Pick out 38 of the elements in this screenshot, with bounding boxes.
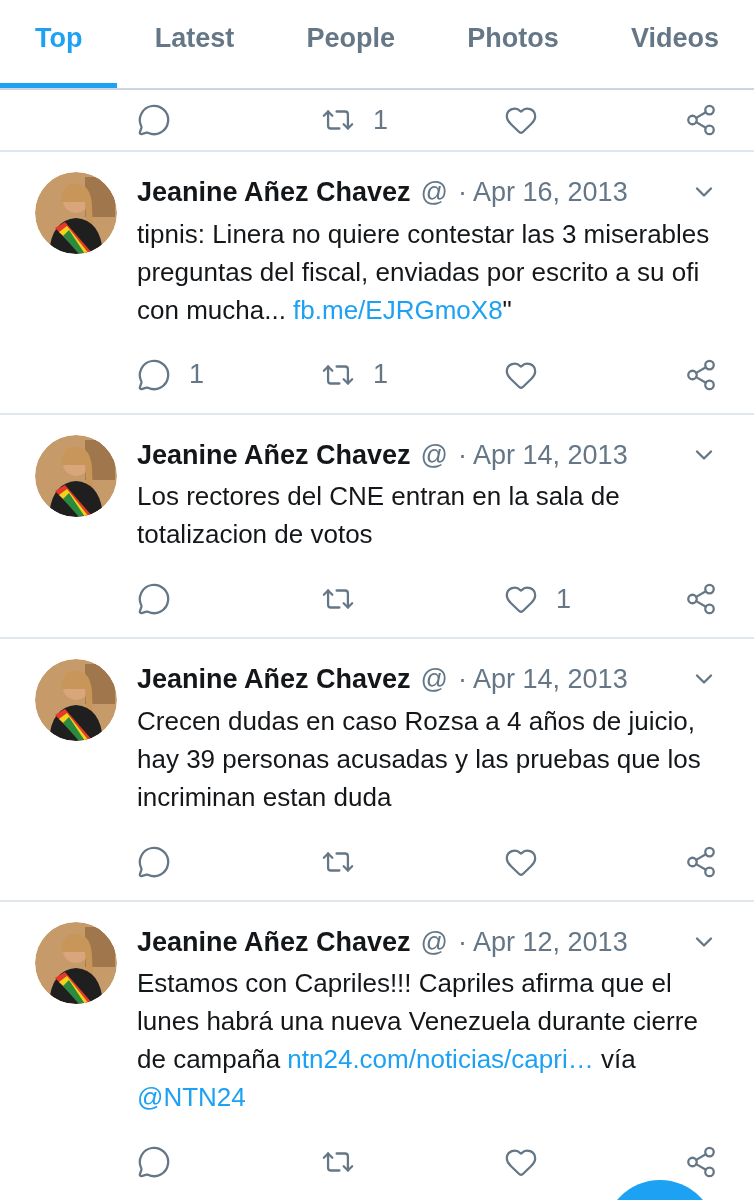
handle: @ — [420, 438, 449, 472]
tweet-text: Los rectores del CNE entran en la sala de totalizacion de votos — [137, 480, 621, 551]
author-name[interactable]: Jeanine Añez Chavez — [137, 434, 411, 475]
share-icon[interactable] — [684, 1145, 718, 1179]
link[interactable]: fb.me/EJRGmoX8 — [293, 294, 503, 325]
tab[interactable]: Videos — [595, 0, 754, 88]
reply-icon[interactable] — [137, 1145, 171, 1179]
tweet-text: tipnis: Linera no quiere contestar las 3 miserables preguntas del fiscal, enviadas por escrito a su ofi con mucha... fb.me/EJRGmoX8" — [137, 217, 711, 327]
tab[interactable]: Photos — [432, 0, 594, 88]
handle: @ — [420, 176, 449, 209]
handle: @ — [420, 663, 449, 696]
reply-icon[interactable] — [137, 103, 171, 137]
reply-icon[interactable] — [137, 357, 171, 392]
tweet-date: · Apr 12, 2013 — [458, 925, 628, 959]
author-name[interactable]: Jeanine Añez Chavez — [137, 659, 411, 700]
tweet-date: · Apr 14, 2013 — [458, 438, 628, 472]
handle: @ — [420, 925, 449, 959]
tweet-text: Crecen dudas en caso Rozsa a 4 años de juicio, hay 39 personas acusadas y las pruebas que los incriminan estan duda — [137, 704, 702, 814]
count: 1 — [373, 358, 389, 392]
tweet-date: · Apr 16, 2013 — [458, 176, 628, 209]
tweet-date: · Apr 14, 2013 — [458, 663, 628, 696]
link[interactable]: ntn24.com/noticias/capri… — [287, 1044, 594, 1074]
tab[interactable]: Top — [0, 0, 118, 88]
share-icon[interactable] — [684, 103, 718, 137]
count: 1 — [556, 582, 572, 616]
tweet-text: Estamos con Capriles!!! Capriles afirma que el lunes habrá una nueva Venezuela durante cierre de campaña ntn24.com/noticias/capri… vía @NTN24 — [137, 967, 699, 1114]
author-name[interactable]: Jeanine Añez Chavez — [137, 172, 411, 213]
tab[interactable]: People — [271, 0, 430, 88]
link[interactable]: @NTN24 — [137, 1082, 246, 1112]
reply-icon[interactable] — [137, 844, 171, 879]
author-name[interactable]: Jeanine Añez Chavez — [137, 921, 411, 962]
share-icon[interactable] — [684, 357, 718, 392]
share-icon[interactable] — [684, 844, 718, 879]
count: 1 — [373, 103, 389, 137]
share-icon[interactable] — [684, 582, 718, 616]
reply-icon[interactable] — [137, 582, 171, 616]
tab[interactable]: Latest — [119, 0, 270, 88]
count: 1 — [189, 358, 205, 392]
